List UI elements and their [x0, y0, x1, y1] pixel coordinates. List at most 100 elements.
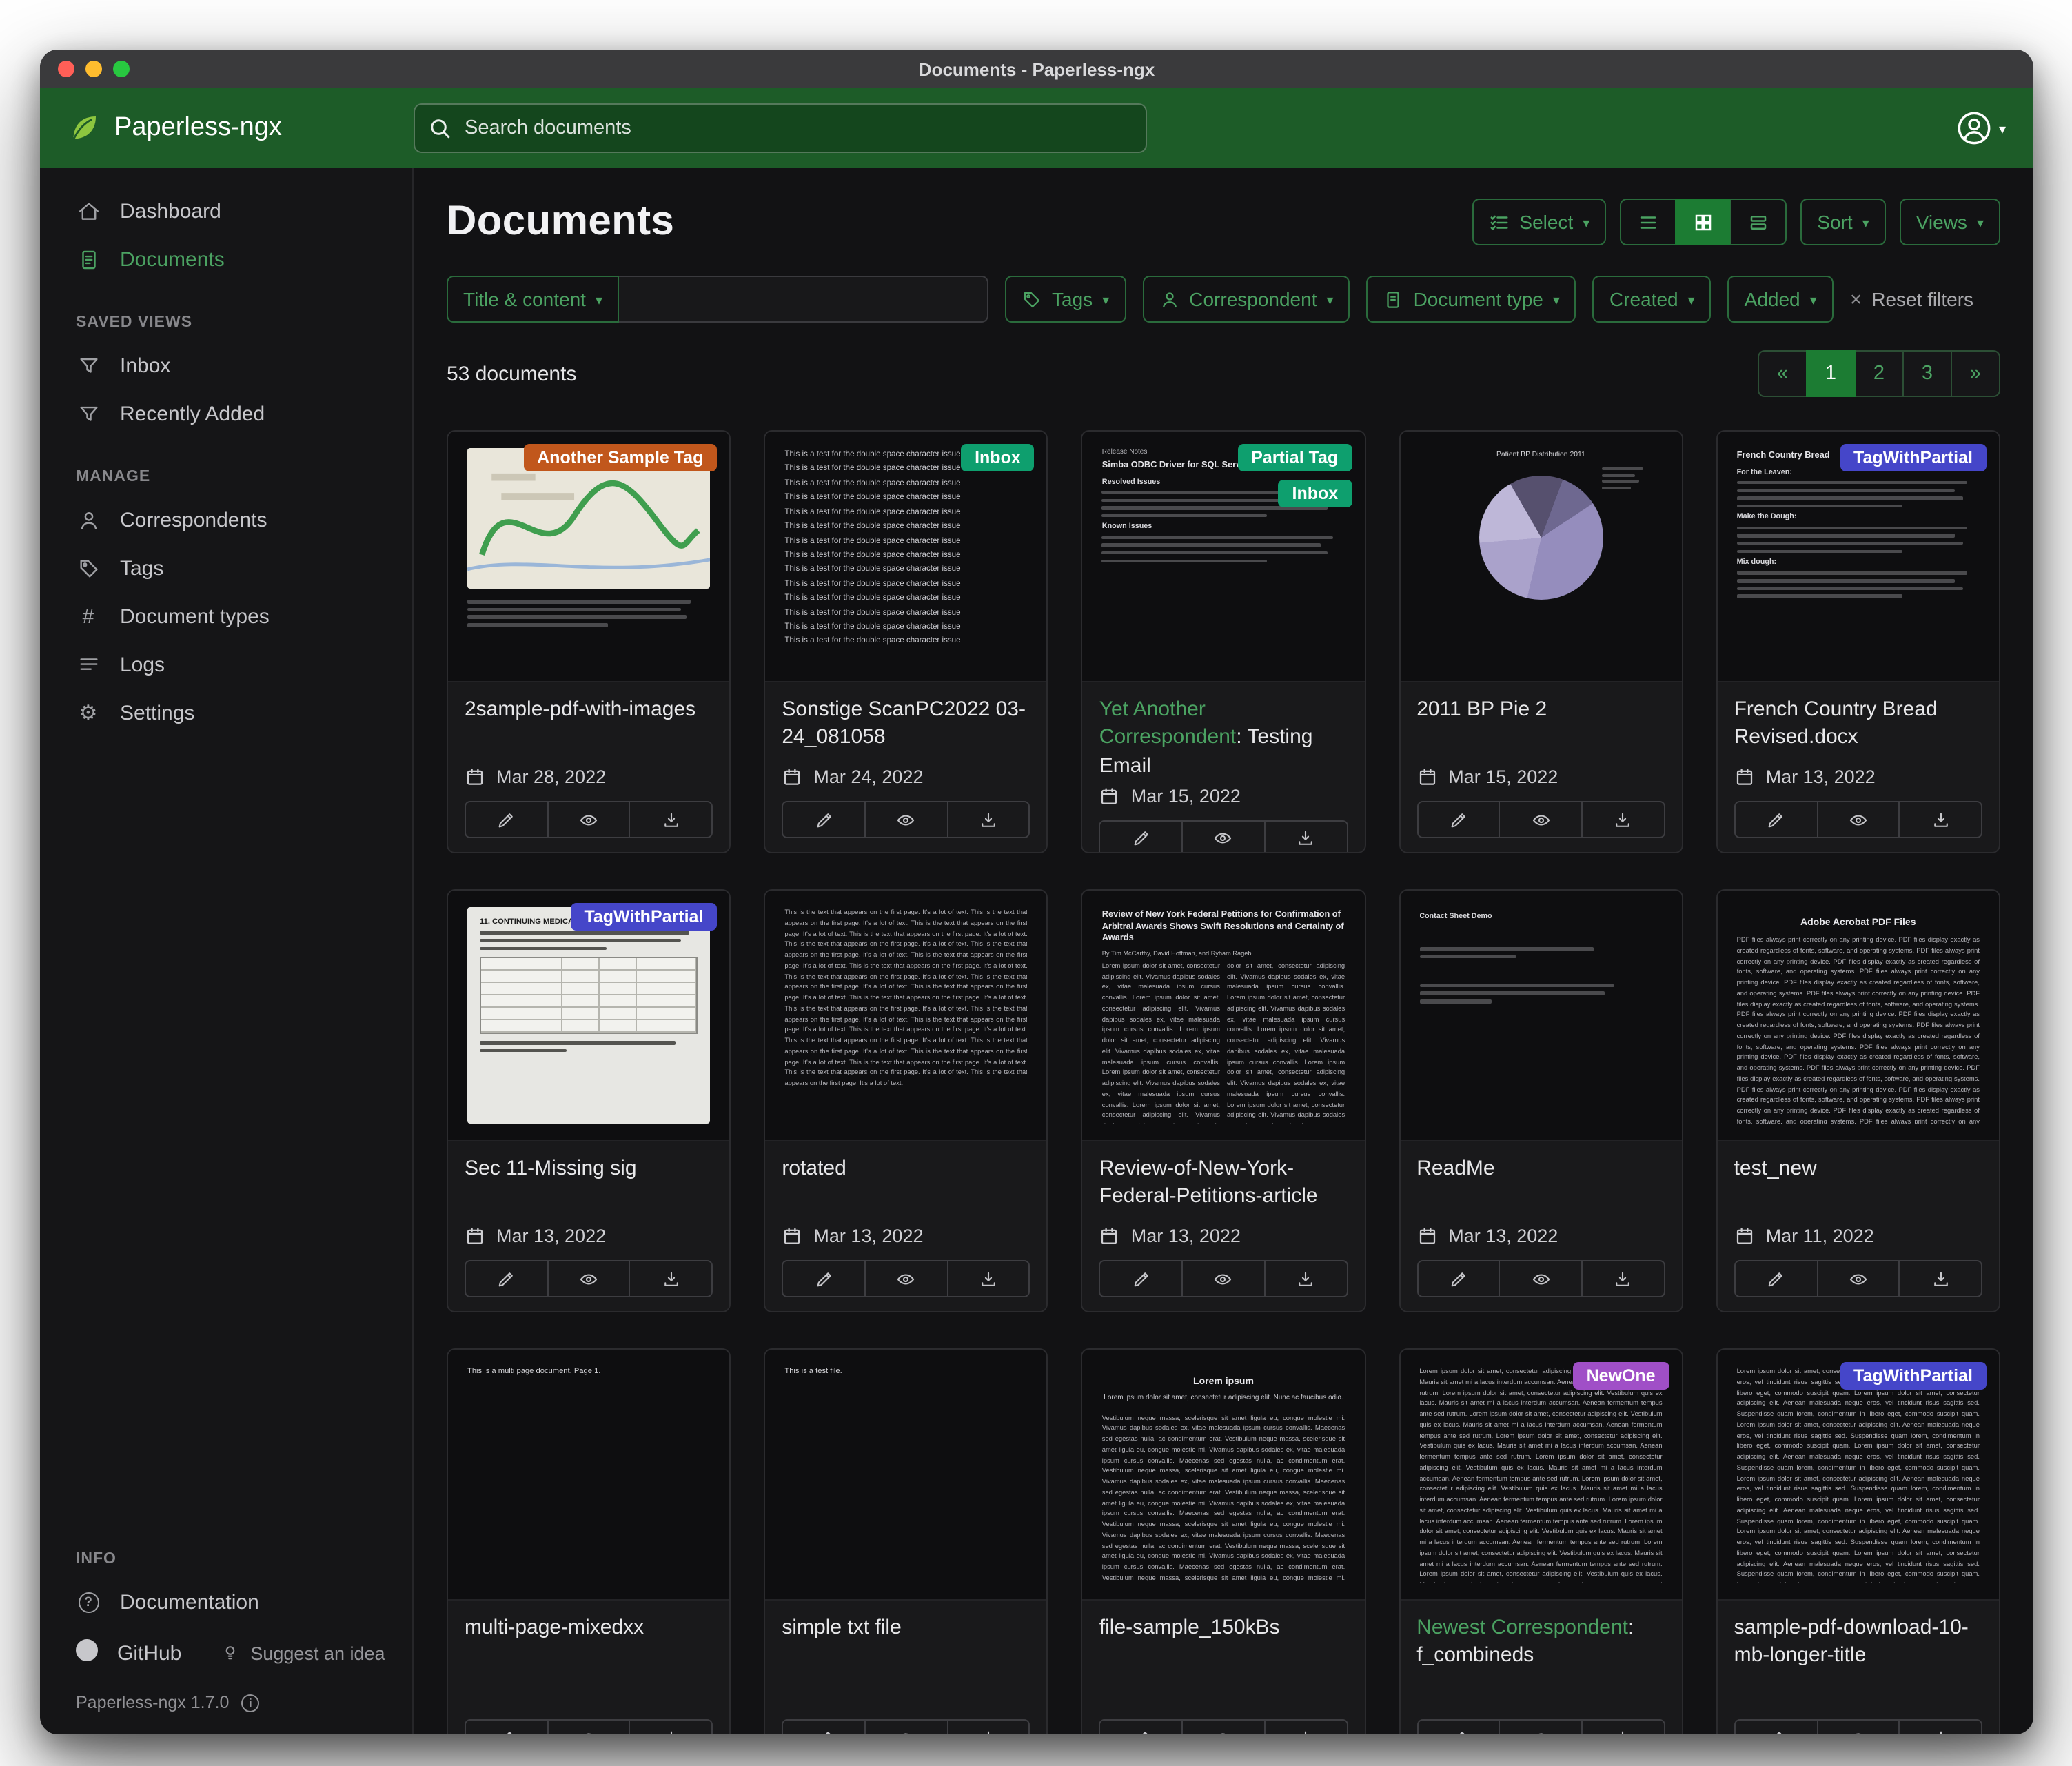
close-button[interactable]	[58, 61, 74, 77]
view-button[interactable]	[864, 801, 948, 838]
edit-button[interactable]	[782, 801, 865, 838]
suggest-idea-link[interactable]: Suggest an idea	[220, 1643, 385, 1663]
document-thumbnail[interactable]: This is the text that appears on the fir…	[765, 891, 1046, 1141]
download-button[interactable]	[946, 1719, 1030, 1734]
document-card[interactable]: Another Sample Tag 2sample-pdf-with-imag…	[447, 430, 731, 853]
minimize-button[interactable]	[85, 61, 102, 77]
sidebar-item-settings[interactable]: ⚙ Settings	[40, 689, 412, 738]
sidebar-item-recently-added[interactable]: Recently Added	[40, 390, 412, 438]
document-card[interactable]: 11. CONTINUING MEDICAL EDUCA TagWithPart…	[447, 889, 731, 1312]
document-title[interactable]: sample-pdf-download-10-mb-longer-title	[1734, 1614, 1982, 1670]
document-title[interactable]: Newest Correspondent: f_combineds	[1416, 1614, 1665, 1670]
edit-button[interactable]	[1099, 1260, 1183, 1297]
document-card[interactable]: Lorem ipsum dolor sit amet, consectetur …	[1716, 1348, 2000, 1734]
document-thumbnail[interactable]: Lorem ipsum dolor sit amet, consectetur …	[1718, 1350, 1999, 1601]
page-prev-button[interactable]: «	[1758, 350, 1807, 397]
tag-badge[interactable]: TagWithPartial	[1840, 1362, 1987, 1390]
tag-badge[interactable]: TagWithPartial	[1840, 444, 1987, 471]
edit-button[interactable]	[465, 1260, 548, 1297]
document-thumbnail[interactable]: This is a test for the double space char…	[765, 432, 1046, 682]
document-card[interactable]: This is a test file. simple txt file	[764, 1348, 1048, 1734]
view-button[interactable]	[1181, 1260, 1265, 1297]
page-3-button[interactable]: 3	[1902, 350, 1952, 397]
download-button[interactable]	[1264, 1719, 1348, 1734]
correspondent-filter-dropdown[interactable]: Correspondent ▾	[1142, 276, 1350, 323]
page-2-button[interactable]: 2	[1854, 350, 1904, 397]
document-card[interactable]: Adobe Acrobat PDF FilesPDF files always …	[1716, 889, 2000, 1312]
document-card[interactable]: Patient BP Distribution 2011 2011 BP Pie…	[1399, 430, 1683, 853]
page-1-button[interactable]: 1	[1806, 350, 1856, 397]
download-button[interactable]	[629, 1260, 713, 1297]
edit-button[interactable]	[1416, 1260, 1500, 1297]
sidebar-item-correspondents[interactable]: Correspondents	[40, 496, 412, 545]
download-button[interactable]	[1581, 1719, 1665, 1734]
document-title[interactable]: 2sample-pdf-with-images	[465, 696, 713, 724]
document-title[interactable]: Sonstige ScanPC2022 03-24_081058	[782, 696, 1030, 752]
select-dropdown[interactable]: Select ▾	[1472, 199, 1606, 245]
document-title[interactable]: simple txt file	[782, 1614, 1030, 1643]
edit-button[interactable]	[465, 801, 548, 838]
view-button[interactable]	[1181, 1719, 1265, 1734]
info-icon[interactable]: i	[241, 1694, 259, 1712]
download-button[interactable]	[629, 801, 713, 838]
document-thumbnail[interactable]: Contact Sheet Demo	[1400, 891, 1681, 1141]
view-button[interactable]	[864, 1260, 948, 1297]
sidebar-item-documents[interactable]: Documents	[40, 236, 412, 284]
sidebar-item-tags[interactable]: Tags	[40, 545, 412, 593]
sidebar-item-github[interactable]: GitHub	[76, 1639, 181, 1667]
view-button[interactable]	[1816, 801, 1900, 838]
edit-button[interactable]	[1734, 1719, 1818, 1734]
document-card[interactable]: Review of New York Federal Petitions for…	[1081, 889, 1365, 1312]
download-button[interactable]	[1581, 801, 1665, 838]
document-title[interactable]: test_new	[1734, 1155, 1982, 1184]
document-title[interactable]: multi-page-mixedxx	[465, 1614, 713, 1643]
sidebar-item-dashboard[interactable]: Dashboard	[40, 187, 412, 236]
document-thumbnail[interactable]: Review of New York Federal Petitions for…	[1083, 891, 1364, 1141]
edit-button[interactable]	[1734, 801, 1818, 838]
download-button[interactable]	[1899, 1719, 1982, 1734]
download-button[interactable]	[1899, 1260, 1982, 1297]
view-button[interactable]	[864, 1719, 948, 1734]
edit-button[interactable]	[782, 1719, 865, 1734]
document-title[interactable]: ReadMe	[1416, 1155, 1665, 1184]
download-button[interactable]	[946, 1260, 1030, 1297]
document-correspondent[interactable]: Newest Correspondent	[1416, 1616, 1628, 1639]
document-card[interactable]: This is a test for the double space char…	[764, 430, 1048, 853]
document-title[interactable]: Review-of-New-York-Federal-Petitions-art…	[1099, 1155, 1348, 1211]
view-button[interactable]	[547, 1719, 630, 1734]
download-button[interactable]	[1581, 1260, 1665, 1297]
title-content-input[interactable]	[619, 276, 988, 323]
document-card[interactable]: Lorem ipsumLorem ipsum dolor sit amet, c…	[1081, 1348, 1365, 1734]
document-card[interactable]: Contact Sheet Demo ReadMe Mar 13, 2022	[1399, 889, 1683, 1312]
tag-badge[interactable]: Inbox	[961, 444, 1035, 471]
download-button[interactable]	[1264, 1260, 1348, 1297]
document-thumbnail[interactable]: Another Sample Tag	[448, 432, 729, 682]
views-dropdown[interactable]: Views ▾	[1900, 199, 2000, 245]
document-card[interactable]: French Country BreadFor the Leaven:Make …	[1716, 430, 2000, 853]
tag-badge[interactable]: NewOne	[1573, 1362, 1669, 1390]
document-thumbnail[interactable]: Patient BP Distribution 2011	[1400, 432, 1681, 682]
document-thumbnail[interactable]: Adobe Acrobat PDF FilesPDF files always …	[1718, 891, 1999, 1141]
sidebar-item-logs[interactable]: Logs	[40, 641, 412, 689]
document-title[interactable]: file-sample_150kBs	[1099, 1614, 1348, 1643]
edit-button[interactable]	[782, 1260, 865, 1297]
document-card[interactable]: Lorem ipsum dolor sit amet, consectetur …	[1399, 1348, 1683, 1734]
detail-view-button[interactable]	[1730, 199, 1787, 245]
view-button[interactable]	[1499, 1719, 1583, 1734]
edit-button[interactable]	[1099, 820, 1183, 854]
zoom-button[interactable]	[113, 61, 130, 77]
download-button[interactable]	[946, 801, 1030, 838]
view-button[interactable]	[1181, 820, 1265, 854]
created-filter-dropdown[interactable]: Created ▾	[1593, 276, 1712, 323]
user-menu[interactable]: ▾	[1956, 110, 2006, 146]
download-button[interactable]	[1899, 801, 1982, 838]
document-card[interactable]: Release NotesSimba ODBC Driver for SQL S…	[1081, 430, 1365, 853]
grid-view-button[interactable]	[1675, 199, 1731, 245]
view-button[interactable]	[1499, 1260, 1583, 1297]
document-thumbnail[interactable]: Lorem ipsumLorem ipsum dolor sit amet, c…	[1083, 1350, 1364, 1601]
document-title[interactable]: Sec 11-Missing sig	[465, 1155, 713, 1184]
added-filter-dropdown[interactable]: Added ▾	[1728, 276, 1834, 323]
search-input[interactable]	[414, 103, 1147, 153]
download-button[interactable]	[1264, 820, 1348, 854]
view-button[interactable]	[1816, 1719, 1900, 1734]
